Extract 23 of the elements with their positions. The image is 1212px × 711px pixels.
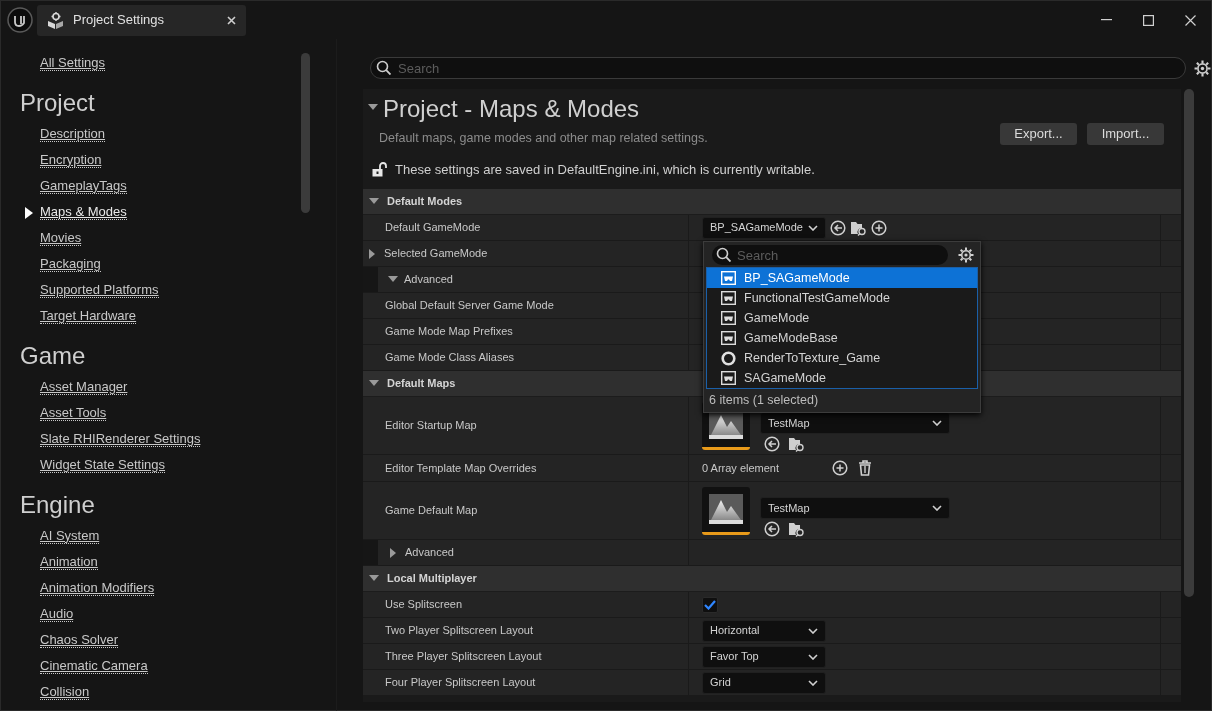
- property-label: Selected GameMode: [384, 246, 488, 262]
- property-label: Game Mode Class Aliases: [385, 350, 514, 366]
- config-file-notice: These settings are saved in DefaultEngine.ini, which is currently writable.: [395, 161, 815, 179]
- property-label: Three Player Splitscreen Layout: [385, 649, 542, 665]
- page-description: Default maps, game modes and other map related settings.: [379, 130, 708, 147]
- property-label: Editor Template Map Overrides: [385, 460, 537, 476]
- array-count: 0 Array element: [702, 460, 781, 476]
- section-title: Default Modes: [387, 194, 463, 210]
- category-heading: Project: [20, 88, 96, 118]
- property-label: Default GameMode: [385, 220, 481, 236]
- property-label: Game Mode Map Prefixes: [385, 324, 513, 340]
- property-label: Game Default Map: [385, 503, 478, 519]
- property-label: Two Player Splitscreen Layout: [385, 623, 533, 639]
- page-title: Project - Maps & Modes: [383, 94, 640, 124]
- section-title: Default Maps: [387, 376, 456, 392]
- property-label: Four Player Splitscreen Layout: [385, 675, 536, 691]
- section-title: Local Multiplayer: [387, 571, 477, 587]
- category-heading: Engine: [20, 490, 96, 520]
- property-label: Global Default Server Game Mode: [385, 298, 554, 314]
- item-count: 6 items (1 selected): [708, 392, 820, 409]
- property-label: Use Splitscreen: [385, 597, 463, 613]
- property-label: Editor Startup Map: [385, 418, 477, 434]
- category-heading: Game: [20, 341, 87, 371]
